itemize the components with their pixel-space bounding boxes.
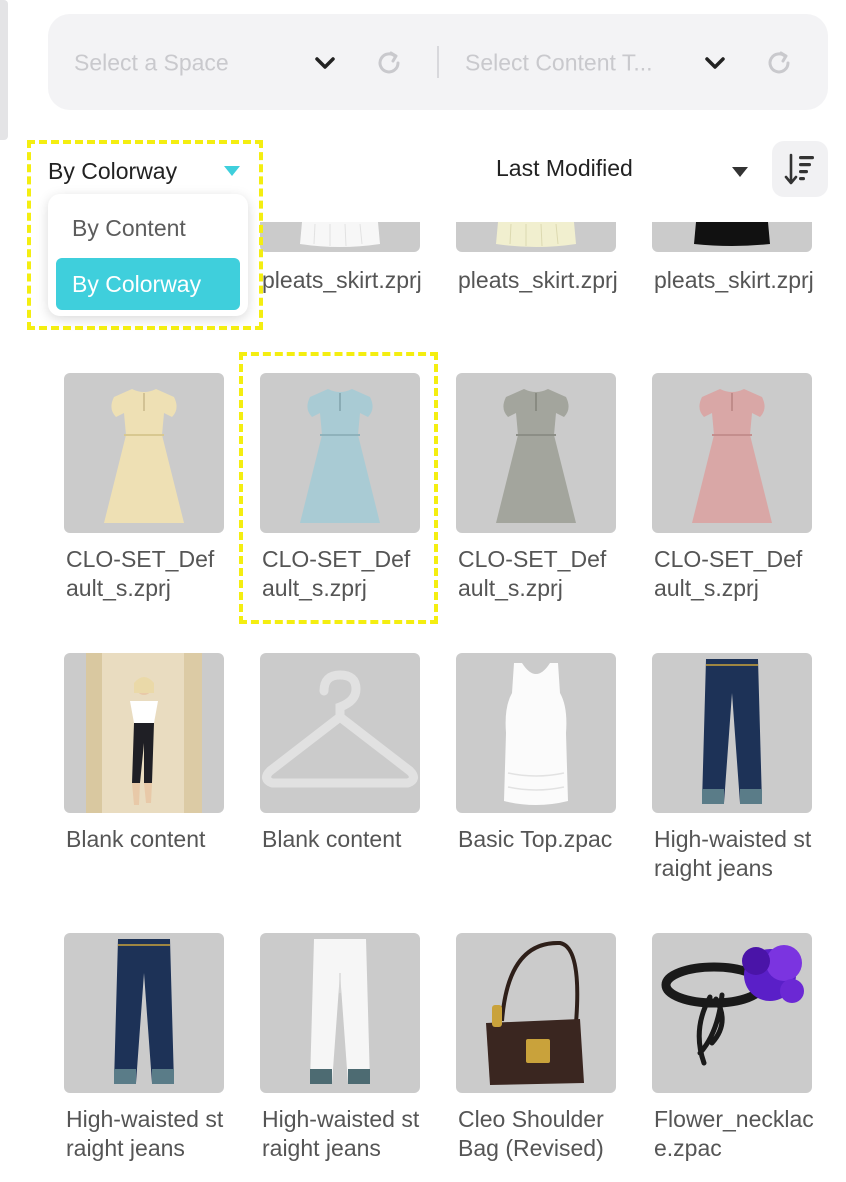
grouping-dropdown-menu: By Content By Colorway [48,194,248,316]
chevron-down-icon[interactable] [312,50,338,76]
thumbnail-pleats-skirt[interactable] [260,222,420,252]
item-name: High-waisted straight jeans [66,1106,224,1161]
item-name: pleats_skirt.zprj [654,267,814,293]
sort-descending-icon [784,153,814,185]
thumbnail-necklace[interactable] [652,933,812,1093]
thumbnail-tank-top[interactable] [456,653,616,813]
item-name: Cleo Shoulder Bag (Revised) [458,1106,604,1161]
item-name: pleats_skirt.zprj [262,267,422,293]
thumbnail-pleats-skirt[interactable] [652,222,812,252]
thumbnail-dress[interactable] [456,373,616,533]
menu-item-by-colorway[interactable]: By Colorway [56,258,240,310]
thumbnail-dress[interactable] [652,373,812,533]
item-name: Flower_necklace.zpac [654,1106,814,1161]
item-name: CLO-SET_Default_s.zprj [654,546,803,601]
hanger-icon [262,670,418,788]
space-select-placeholder[interactable]: Select a Space [74,50,229,77]
item-name: Blank content [66,826,206,852]
filter-divider [437,46,439,78]
item-name: Basic Top.zpac [458,826,613,852]
grouping-selected-label: By Colorway [48,157,178,184]
item-name: High-waisted straight jeans [654,826,812,881]
content-type-select-placeholder[interactable]: Select Content T... [465,50,653,77]
caret-down-icon [732,167,748,177]
thumbnail-jeans[interactable] [652,653,812,813]
thumbnail-pleats-skirt[interactable] [456,222,616,252]
caret-down-icon [224,166,240,176]
thumbnail-dress[interactable] [260,373,420,533]
left-panel-edge [0,0,8,140]
grouping-select[interactable]: By Colorway [48,155,240,187]
sort-order-button[interactable] [772,141,828,197]
thumbnail-photo[interactable] [64,653,224,813]
item-name: CLO-SET_Default_s.zprj [458,546,607,601]
thumbnail-jeans[interactable] [260,933,420,1093]
item-name: Blank content [262,826,402,852]
thumbnail-placeholder[interactable] [260,653,420,813]
refresh-icon[interactable] [374,48,404,78]
item-name: CLO-SET_Default_s.zprj [66,546,215,601]
thumbnail-dress[interactable] [64,373,224,533]
item-name: pleats_skirt.zprj [458,267,618,293]
thumbnail-jeans[interactable] [64,933,224,1093]
filter-bar: Select a Space Select Content T... [48,14,828,110]
thumbnail-shoulder-bag[interactable] [456,933,616,1093]
item-name: High-waisted straight jeans [262,1106,420,1161]
chevron-down-icon[interactable] [702,50,728,76]
sort-select[interactable]: Last Modified [496,155,748,187]
item-name: CLO-SET_Default_s.zprj [262,546,411,601]
refresh-icon[interactable] [764,48,794,78]
menu-item-by-content[interactable]: By Content [56,202,240,254]
sort-selected-label: Last Modified [496,155,633,181]
